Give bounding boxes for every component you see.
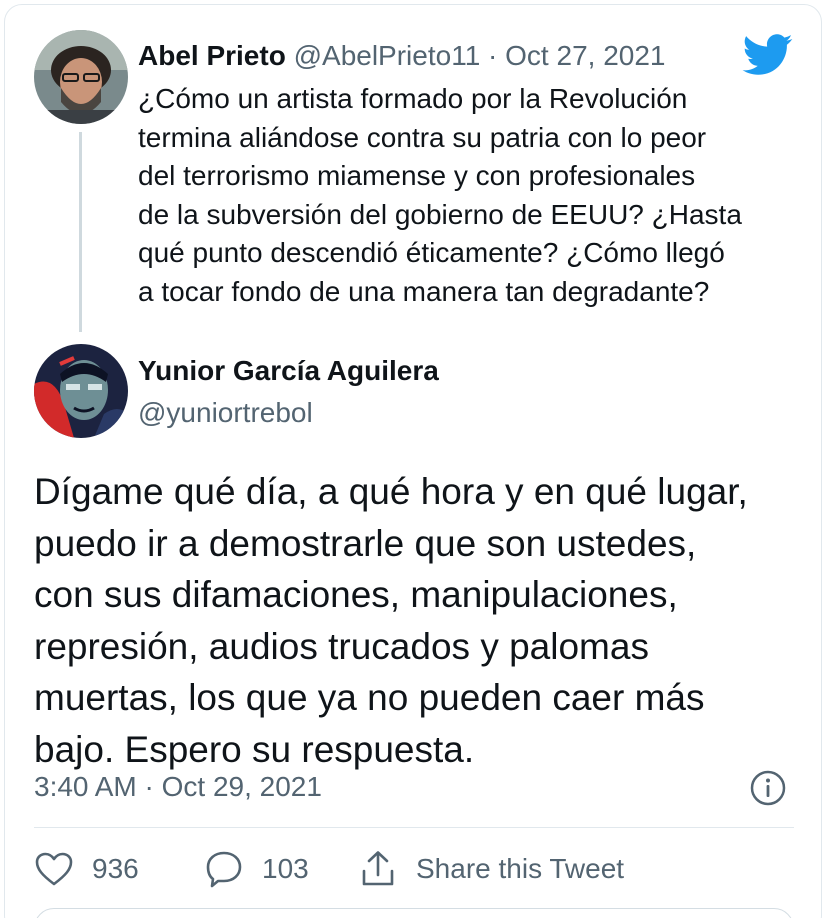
share-button[interactable]: Share this Tweet — [358, 846, 624, 892]
thread-connector-line — [79, 132, 82, 332]
reply-button[interactable]: 103 — [204, 846, 309, 892]
parent-author-meta[interactable]: @AbelPrieto11 · Oct 27, 2021 — [294, 40, 666, 71]
tweet-timestamp[interactable]: 3:40 AM · Oct 29, 2021 — [34, 768, 322, 806]
heart-icon — [34, 851, 74, 887]
twitter-bird-icon[interactable] — [742, 34, 794, 76]
share-label: Share this Tweet — [416, 853, 625, 884]
parent-author-avatar[interactable] — [34, 30, 128, 124]
like-count: 936 — [92, 853, 139, 884]
parent-author-name[interactable]: Abel Prieto — [138, 40, 286, 71]
main-tweet-text: Dígame qué día, a qué hora y en qué luga… — [34, 471, 748, 770]
speech-bubble-icon — [204, 849, 244, 889]
parent-tweet-header: Abel Prieto @AbelPrieto11 · Oct 27, 2021 — [138, 36, 665, 76]
divider — [34, 827, 794, 828]
parent-tweet-text: ¿Cómo un artista formado por la Revoluci… — [138, 83, 742, 307]
reply-count: 103 — [262, 853, 309, 884]
main-author-handle[interactable]: @yuniortrebol — [138, 394, 313, 432]
info-icon[interactable] — [748, 768, 788, 808]
main-author-avatar[interactable] — [34, 344, 128, 438]
main-author-name[interactable]: Yunior García Aguilera — [138, 352, 439, 390]
bottom-panel-edge — [34, 908, 794, 918]
like-button[interactable]: 936 — [34, 846, 139, 892]
share-upload-icon — [358, 849, 398, 889]
